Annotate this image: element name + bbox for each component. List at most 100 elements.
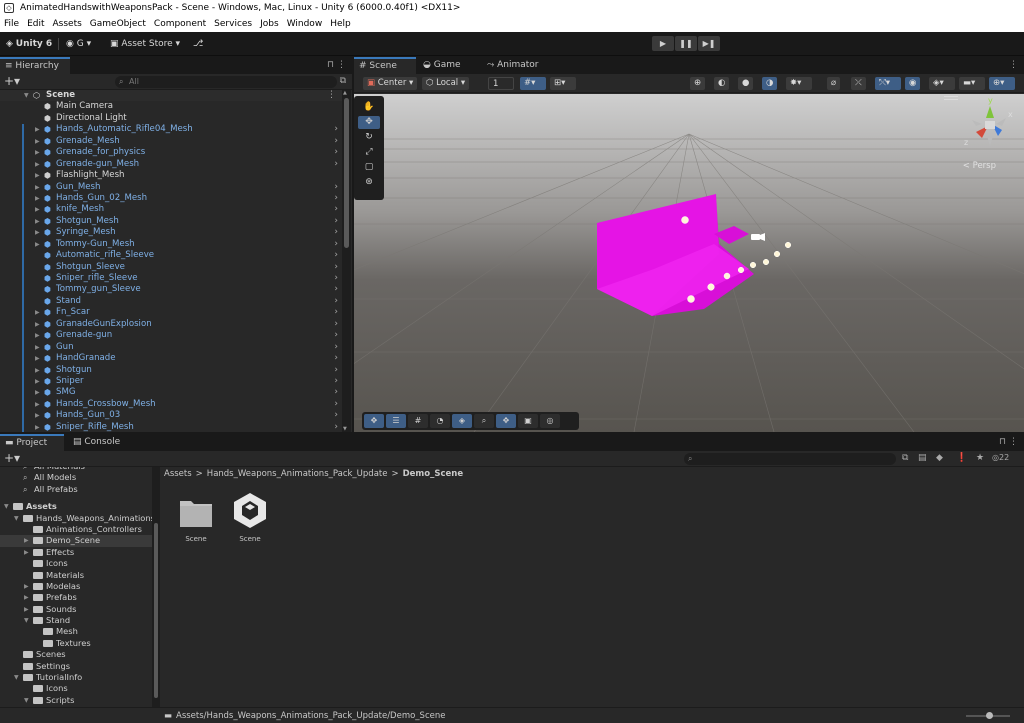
- expand-arrow-icon[interactable]: ▶: [24, 604, 29, 615]
- hierarchy-row[interactable]: ▶ ⬢ Tommy-Gun_Mesh ›: [0, 238, 342, 251]
- hierarchy-row[interactable]: ▶ ⬢ Sniper_Rifle_Mesh ›: [0, 421, 342, 432]
- folder-tree-item[interactable]: Icons: [0, 683, 152, 694]
- orbit-button[interactable]: ◔: [430, 414, 450, 428]
- icon-size-slider[interactable]: [966, 712, 1010, 719]
- asset-store-button[interactable]: ▣ Asset Store ▾: [110, 37, 180, 51]
- version-control-icon[interactable]: ⎇: [193, 37, 203, 51]
- expand-arrow-icon[interactable]: ▼: [24, 615, 29, 626]
- open-prefab-chevron-icon[interactable]: ›: [334, 330, 338, 341]
- hand-tool-button[interactable]: ✋: [358, 101, 380, 114]
- favorite-item[interactable]: ⌕ All Prefabs: [0, 484, 152, 495]
- increment-snap-toggle[interactable]: ⊞▾: [550, 77, 576, 90]
- open-prefab-chevron-icon[interactable]: ›: [334, 387, 338, 398]
- open-prefab-chevron-icon[interactable]: ›: [334, 159, 338, 170]
- menu-item[interactable]: Edit: [27, 16, 44, 32]
- space-dropdown[interactable]: ⬡ Local ▾: [422, 77, 470, 90]
- orientation-gizmo[interactable]: y x z: [962, 96, 1018, 152]
- rotate-tool-button[interactable]: ↻: [358, 131, 380, 144]
- tab-game[interactable]: ◒ Game: [418, 57, 467, 74]
- open-prefab-chevron-icon[interactable]: ›: [334, 216, 338, 227]
- expand-arrow-icon[interactable]: ▶: [35, 307, 43, 318]
- hierarchy-row[interactable]: ▶ ⬢ Grenade_Mesh ›: [0, 135, 342, 148]
- folder-tree-item[interactable]: ▼ Hands_Weapons_Animations: [0, 513, 152, 524]
- scene-viewport[interactable]: ✋ ✥ ↻ ⤢ ▢ ⊛ y x z < Persp ✥ ☰ # ◔ ◈ ⌕ ✥ …: [354, 94, 1024, 432]
- scroll-down-icon[interactable]: ▼: [343, 426, 347, 432]
- rect-tool-button[interactable]: ▢: [358, 161, 380, 174]
- hierarchy-row[interactable]: ▶ ⬢ Hands_Crossbow_Mesh ›: [0, 398, 342, 411]
- expand-arrow-icon[interactable]: ▶: [35, 193, 43, 204]
- account-button[interactable]: ◉ G ▾: [66, 37, 91, 51]
- zoom-button[interactable]: ⌕: [474, 414, 494, 428]
- scale-tool-button[interactable]: ⤢: [358, 146, 380, 159]
- tab-scene[interactable]: # Scene: [354, 57, 416, 74]
- camera-view-button[interactable]: ▣: [518, 414, 538, 428]
- step-button[interactable]: ▶❚: [698, 36, 720, 51]
- hidden-packages-toggle[interactable]: ◎22: [992, 453, 1009, 462]
- expand-arrow-icon[interactable]: ▶: [35, 387, 43, 398]
- audio-toggle[interactable]: ⌀: [827, 77, 841, 90]
- open-prefab-chevron-icon[interactable]: ›: [334, 204, 338, 215]
- hierarchy-row[interactable]: ▶ ⬢ Shotgun ›: [0, 364, 342, 376]
- expand-arrow-icon[interactable]: ▼: [4, 501, 9, 512]
- open-prefab-chevron-icon[interactable]: ›: [334, 273, 338, 284]
- expand-arrow-icon[interactable]: ▶: [24, 535, 29, 546]
- hierarchy-row[interactable]: ▶ ⬢ Grenade-gun_Mesh ›: [0, 158, 342, 171]
- pan-button[interactable]: ✥: [496, 414, 516, 428]
- layers-dropdown[interactable]: ◈▾: [929, 77, 955, 90]
- project-search-input[interactable]: ⌕: [684, 453, 896, 465]
- kebab-menu-icon[interactable]: ⋮: [1009, 60, 1018, 70]
- expand-arrow-icon[interactable]: ▶: [35, 204, 43, 215]
- overlay-handle[interactable]: [944, 96, 958, 97]
- folder-tree-item[interactable]: ▶ Prefabs: [0, 592, 152, 603]
- menu-item[interactable]: Component: [154, 16, 206, 32]
- expand-arrow-icon[interactable]: ▶: [35, 159, 43, 170]
- open-prefab-chevron-icon[interactable]: ›: [334, 410, 338, 421]
- open-prefab-chevron-icon[interactable]: ›: [334, 239, 338, 250]
- open-prefab-chevron-icon[interactable]: ›: [334, 262, 338, 273]
- shaded-wire-mode-button[interactable]: ◑: [762, 77, 778, 90]
- hierarchy-row[interactable]: ▶ ⬢ Hands_Gun_02_Mesh ›: [0, 192, 342, 205]
- folder-tree-item[interactable]: Animations_Controllers: [0, 524, 152, 535]
- folder-tree-item[interactable]: Icons: [0, 558, 152, 569]
- move-tool-button[interactable]: ✥: [358, 116, 380, 129]
- open-prefab-chevron-icon[interactable]: ›: [334, 296, 338, 307]
- breadcrumb-item[interactable]: Assets: [164, 469, 192, 479]
- menu-item[interactable]: Window: [287, 16, 323, 32]
- expand-arrow-icon[interactable]: ▼: [24, 90, 32, 101]
- open-prefab-chevron-icon[interactable]: ›: [334, 193, 338, 204]
- expand-arrow-icon[interactable]: ▶: [24, 581, 29, 592]
- breadcrumb-item[interactable]: Demo_Scene: [403, 469, 464, 479]
- folder-tree-scroll-thumb[interactable]: [154, 523, 158, 698]
- label-icon[interactable]: ◆: [936, 453, 943, 463]
- hierarchy-row[interactable]: ▶ ⬢ HandGranade ›: [0, 353, 342, 365]
- expand-arrow-icon[interactable]: ▶: [35, 399, 43, 410]
- unity-version-button[interactable]: ◈ Unity 6: [6, 37, 52, 51]
- hierarchy-row[interactable]: ⬢ Tommy_gun_Sleeve ›: [0, 284, 342, 296]
- menu-item[interactable]: File: [4, 16, 19, 32]
- draw-mode-button[interactable]: ⊕: [690, 77, 706, 90]
- expand-arrow-icon[interactable]: ▶: [35, 319, 43, 330]
- scene-visibility-toggle[interactable]: ⤲▾: [875, 77, 901, 90]
- folder-tree-item[interactable]: ▼ TutorialInfo: [0, 672, 152, 683]
- search-by-type-icon[interactable]: ▤: [918, 453, 927, 463]
- open-prefab-chevron-icon[interactable]: ›: [334, 182, 338, 193]
- open-prefab-chevron-icon[interactable]: ›: [334, 376, 338, 387]
- grid-toggle-button[interactable]: #: [408, 414, 428, 428]
- overlay-handle[interactable]: [944, 99, 958, 100]
- expand-arrow-icon[interactable]: ▶: [35, 124, 43, 135]
- lighting-toggle[interactable]: ✸▾: [786, 77, 812, 90]
- hierarchy-search-input[interactable]: ⌕ All: [115, 76, 337, 88]
- scene-row[interactable]: ▼ ⬡ Scene ⋮: [0, 90, 342, 102]
- info-icon[interactable]: ❗: [956, 453, 967, 463]
- favorite-item[interactable]: ⌕ All Models: [0, 472, 152, 483]
- grid-snap-toggle[interactable]: #▾: [520, 77, 546, 90]
- open-prefab-chevron-icon[interactable]: ›: [334, 284, 338, 295]
- expand-arrow-icon[interactable]: ▶: [35, 216, 43, 227]
- expand-arrow-icon[interactable]: ▼: [24, 695, 29, 706]
- hierarchy-row[interactable]: ⬢ Main Camera: [0, 101, 342, 112]
- folder-tree-item[interactable]: Scenes: [0, 649, 152, 660]
- hierarchy-row[interactable]: ▶ ⬢ Shotgun_Mesh ›: [0, 215, 342, 228]
- hierarchy-row[interactable]: ⬢ Directional Light: [0, 113, 342, 124]
- lock-icon[interactable]: ⊓: [327, 60, 334, 70]
- hierarchy-row[interactable]: ⬢ Stand ›: [0, 295, 342, 308]
